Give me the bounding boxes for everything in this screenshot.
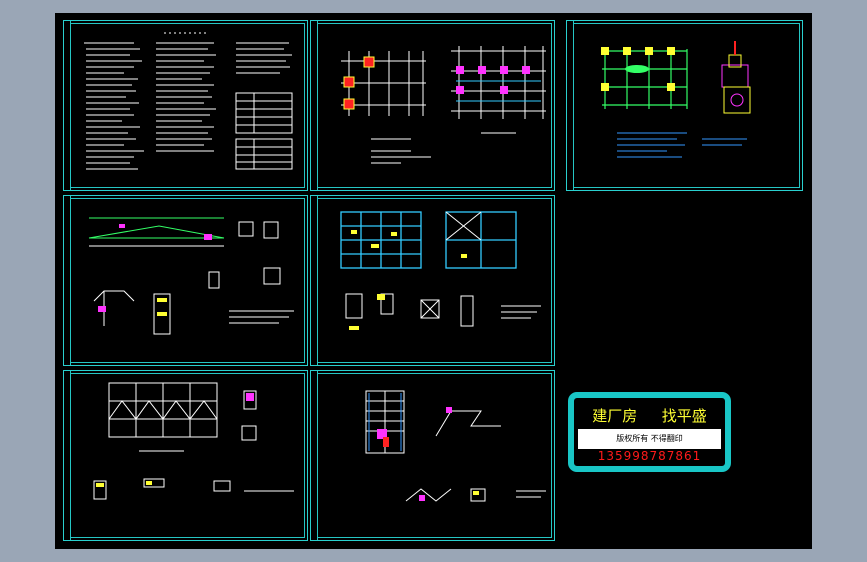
cad-drawing-canvas[interactable]: 建厂房 找平盛 版权所有 不得翻印 135998787861 [55, 13, 812, 549]
stair-detail-drawing [365, 390, 546, 502]
stamp-subtitle-band: 版权所有 不得翻印 [578, 429, 721, 449]
sheet-general-notes[interactable] [63, 20, 308, 191]
stamp-phone: 135998787861 [597, 449, 702, 463]
sheet-roof-truss[interactable] [63, 195, 308, 366]
copyright-stamp: 建厂房 找平盛 版权所有 不得翻印 135998787861 [568, 392, 731, 472]
sheet-foundation-detail[interactable] [566, 20, 803, 191]
stamp-title-left: 建厂房 [592, 406, 638, 425]
general-notes-drawing [84, 32, 293, 170]
sheet-beam-plan[interactable] [310, 195, 555, 366]
roof-truss-drawing [88, 217, 294, 335]
beam-plan-drawing [340, 211, 541, 330]
sheet-roof-bracing[interactable] [63, 370, 308, 541]
stamp-subtitle: 版权所有 不得翻印 [616, 434, 683, 443]
stamp-title-right: 找平盛 [661, 406, 707, 425]
roof-bracing-drawing [93, 382, 294, 500]
foundation-plan-drawing [341, 46, 546, 164]
sheet-stair-detail[interactable] [310, 370, 555, 541]
sheet-foundation-plan[interactable] [310, 20, 555, 191]
foundation-detail-drawing [601, 41, 751, 158]
